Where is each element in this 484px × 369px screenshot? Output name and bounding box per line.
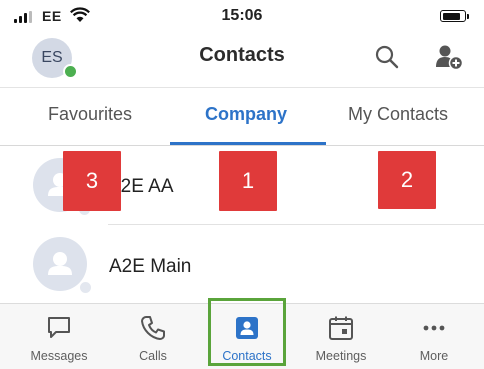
battery-icon [440, 10, 466, 22]
tab-company[interactable]: Company [205, 104, 287, 125]
more-dots-icon [423, 325, 445, 331]
battery-cap [467, 14, 469, 19]
nav-meetings[interactable]: Meetings [296, 304, 386, 366]
contact-row[interactable]: A2E Main [0, 228, 484, 302]
calendar-icon [329, 316, 353, 340]
presence-status-dot [78, 280, 93, 295]
annotation-marker: 1 [219, 151, 277, 211]
tab-my-contacts[interactable]: My Contacts [348, 104, 448, 125]
nav-messages[interactable]: Messages [14, 304, 104, 366]
search-icon[interactable] [374, 44, 400, 70]
nav-label: More [419, 349, 449, 363]
contact-name: A2E Main [109, 256, 192, 277]
tabs-divider [0, 145, 484, 146]
nav-more[interactable]: More [389, 304, 479, 366]
nav-label: Meetings [315, 349, 367, 363]
nav-label: Messages [30, 349, 88, 363]
annotation-marker: 3 [63, 151, 121, 211]
annotation-marker: 2 [378, 151, 436, 209]
add-contact-icon[interactable] [434, 43, 464, 71]
status-time: 15:06 [221, 7, 263, 24]
nav-label: Calls [139, 349, 167, 363]
page-title: Contacts [199, 44, 285, 66]
nav-calls[interactable]: Calls [108, 304, 198, 366]
header-divider [0, 87, 484, 88]
message-icon [48, 317, 70, 338]
tab-favourites[interactable]: Favourites [48, 104, 132, 125]
highlight-box [208, 298, 286, 366]
row-divider [108, 224, 484, 225]
status-bar: EE 15:06 [0, 0, 484, 30]
battery-level [442, 12, 460, 20]
phone-icon [141, 316, 165, 340]
